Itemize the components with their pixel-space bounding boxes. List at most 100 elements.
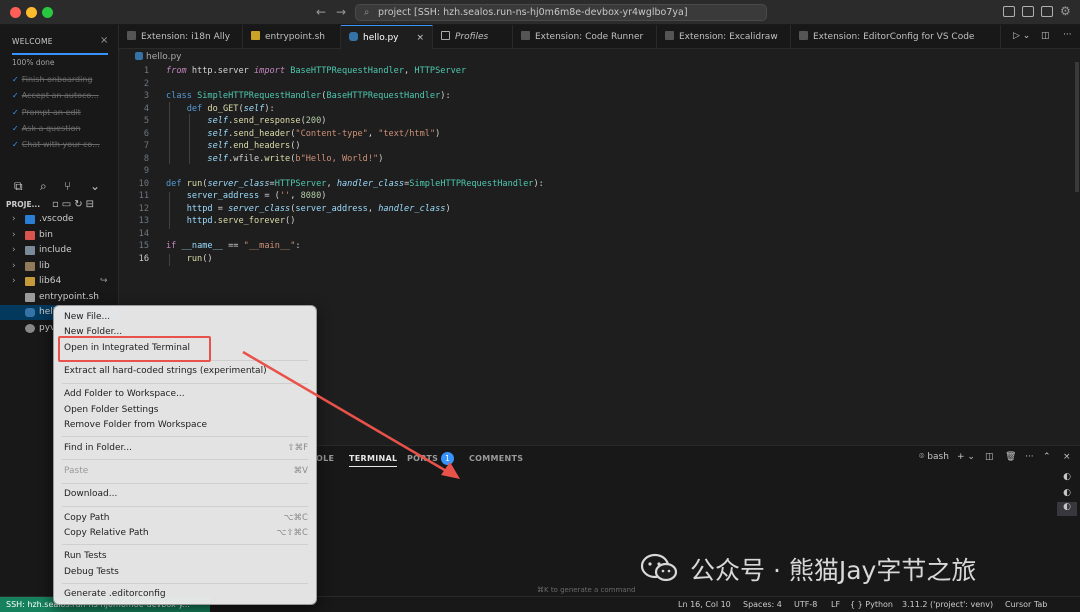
onboarding-item[interactable]: ✓ Finish onboarding bbox=[12, 75, 92, 84]
menu-item-run-tests[interactable]: Run Tests bbox=[64, 551, 107, 561]
onboarding-item[interactable]: ✓ Ask a question bbox=[12, 124, 81, 133]
menu-item-find-in-folder[interactable]: Find in Folder... ⇧⌘F bbox=[64, 443, 308, 453]
terminal-instance-icon[interactable]: ◐ bbox=[1057, 502, 1077, 516]
toggle-panel-icon[interactable] bbox=[1022, 6, 1034, 17]
tab-code-runner[interactable]: Extension: Code Runner bbox=[513, 25, 657, 49]
tab-ports[interactable]: PORTS bbox=[407, 454, 438, 463]
shell-file-icon bbox=[251, 31, 260, 40]
onboarding-item[interactable]: ✓ Accept an autoco... bbox=[12, 91, 99, 100]
editor-scrollbar[interactable] bbox=[1075, 62, 1079, 192]
maximize-panel-icon[interactable]: ⌃ bbox=[1043, 452, 1051, 462]
python-interpreter[interactable]: 3.11.2 ('project': venv) bbox=[902, 597, 993, 612]
menu-item-add-folder-workspace[interactable]: Add Folder to Workspace... bbox=[64, 389, 185, 399]
close-window-button[interactable] bbox=[10, 7, 21, 18]
line-number: 13 bbox=[138, 216, 149, 226]
code-line: if __name__ == "__main__": bbox=[166, 241, 301, 251]
line-number: 10 bbox=[138, 179, 149, 189]
line-ending[interactable]: LF bbox=[831, 597, 840, 612]
close-icon[interactable]: × bbox=[1063, 452, 1071, 462]
refresh-icon[interactable]: ↻ bbox=[74, 199, 85, 210]
new-file-icon[interactable]: ▫ bbox=[52, 199, 62, 210]
tab-terminal[interactable]: TERMINAL bbox=[349, 454, 398, 467]
toggle-secondary-sidebar-icon[interactable] bbox=[1041, 6, 1053, 17]
more-actions-icon[interactable]: ··· bbox=[1063, 30, 1072, 40]
tab-editorconfig[interactable]: Extension: EditorConfig for VS Code bbox=[791, 25, 1001, 49]
trash-icon[interactable]: 🗑 bbox=[1005, 452, 1016, 462]
close-icon[interactable]: × bbox=[416, 26, 424, 50]
terminal-instance-icon[interactable]: ◐ bbox=[1057, 488, 1077, 502]
onboarding-item[interactable]: ✓ Chat with your co... bbox=[12, 140, 100, 149]
tree-folder[interactable]: › .vscode bbox=[0, 212, 119, 227]
tab-excalidraw[interactable]: Extension: Excalidraw bbox=[657, 25, 791, 49]
settings-gear-icon[interactable]: ⚙ bbox=[1060, 4, 1071, 18]
menu-item-copy-relative-path[interactable]: Copy Relative Path ⌥⇧⌘C bbox=[64, 528, 308, 538]
explorer-files-icon[interactable]: ⧉ bbox=[14, 179, 23, 194]
menu-item-open-folder-settings[interactable]: Open Folder Settings bbox=[64, 405, 159, 415]
tab-console[interactable]: OLE bbox=[316, 454, 334, 463]
language-mode[interactable]: { } Python bbox=[850, 597, 893, 612]
new-folder-icon[interactable]: ▭ bbox=[62, 199, 74, 210]
shell-file-icon bbox=[25, 293, 35, 302]
profiles-icon bbox=[441, 31, 450, 40]
run-icon[interactable]: ▷ ⌄ bbox=[1013, 31, 1030, 41]
close-icon[interactable]: × bbox=[100, 35, 108, 46]
tab-comments[interactable]: COMMENTS bbox=[469, 454, 523, 463]
encoding[interactable]: UTF-8 bbox=[794, 597, 817, 612]
terminal-shell-selector[interactable]: ⌾ bash bbox=[919, 452, 949, 462]
command-center-search[interactable]: ⌕ project [SSH: hzh.sealos.run-ns-hj0m6m… bbox=[355, 4, 767, 21]
code-line: def run(server_class=HTTPServer, handler… bbox=[166, 179, 544, 189]
more-actions-icon[interactable]: ··· bbox=[1025, 452, 1034, 462]
python-file-icon bbox=[25, 308, 35, 317]
menu-item-extract-strings[interactable]: Extract all hard-coded strings (experime… bbox=[64, 366, 267, 376]
tab-profiles[interactable]: Profiles bbox=[433, 25, 513, 49]
explorer-header[interactable]: PROJE... bbox=[6, 200, 40, 209]
check-icon: ✓ bbox=[12, 75, 19, 84]
back-arrow-icon[interactable]: ← bbox=[316, 5, 326, 19]
code-line: def do_GET(self): bbox=[186, 104, 275, 114]
menu-item-download[interactable]: Download... bbox=[64, 489, 117, 499]
symlink-icon: ↪ bbox=[100, 276, 108, 286]
line-number: 1 bbox=[143, 66, 149, 76]
tab-hello-py[interactable]: hello.py × bbox=[341, 25, 433, 49]
tab-i18n-ally[interactable]: Extension: i18n Ally bbox=[119, 25, 243, 49]
toggle-primary-sidebar-icon[interactable] bbox=[1003, 6, 1015, 17]
ports-badge: 1 bbox=[441, 452, 454, 465]
indentation[interactable]: Spaces: 4 bbox=[743, 597, 782, 612]
search-icon[interactable]: ⌕ bbox=[40, 179, 47, 194]
menu-item-new-file[interactable]: New File... bbox=[64, 312, 110, 322]
line-number: 14 bbox=[138, 229, 149, 239]
maximize-window-button[interactable] bbox=[42, 7, 53, 18]
chevron-down-icon[interactable]: ⌄ bbox=[90, 179, 100, 193]
collapse-all-icon[interactable]: ⊟ bbox=[86, 199, 97, 210]
menu-separator bbox=[62, 483, 308, 484]
tree-folder[interactable]: › lib64 ↪ bbox=[0, 274, 119, 289]
onboarding-item[interactable]: ✓ Prompt an edit bbox=[12, 108, 81, 117]
menu-item-copy-path[interactable]: Copy Path ⌥⌘C bbox=[64, 513, 308, 523]
menu-item-debug-tests[interactable]: Debug Tests bbox=[64, 567, 119, 577]
menu-item-generate-editorconfig[interactable]: Generate .editorconfig bbox=[64, 589, 166, 599]
tree-file[interactable]: entrypoint.sh bbox=[0, 290, 119, 305]
tree-folder[interactable]: › lib bbox=[0, 259, 119, 274]
cursor-tab[interactable]: Cursor Tab bbox=[1005, 597, 1047, 612]
code-line: self.wfile.write(b"Hello, World!") bbox=[207, 154, 384, 164]
source-control-icon[interactable]: ⑂ bbox=[64, 179, 71, 193]
title-bar: ← → ⌕ project [SSH: hzh.sealos.run-ns-hj… bbox=[0, 0, 1080, 25]
split-terminal-icon[interactable]: ◫ bbox=[985, 452, 994, 462]
new-terminal-button[interactable]: + ⌄ bbox=[957, 452, 975, 462]
editor-tab-bar: Extension: i18n Ally entrypoint.sh hello… bbox=[119, 25, 1080, 49]
breadcrumb[interactable]: hello.py bbox=[135, 52, 182, 62]
cursor-position[interactable]: Ln 16, Col 10 bbox=[678, 597, 731, 612]
tree-folder[interactable]: › include bbox=[0, 243, 119, 258]
menu-separator bbox=[62, 583, 308, 584]
tab-entrypoint[interactable]: entrypoint.sh bbox=[243, 25, 341, 49]
menu-item-remove-folder[interactable]: Remove Folder from Workspace bbox=[64, 420, 207, 430]
split-editor-icon[interactable]: ◫ bbox=[1041, 31, 1050, 41]
tree-folder[interactable]: › bin bbox=[0, 228, 119, 243]
terminal-instance-icon[interactable]: ◐ bbox=[1057, 472, 1077, 486]
minimize-window-button[interactable] bbox=[26, 7, 37, 18]
code-line: self.end_headers() bbox=[207, 141, 301, 151]
line-number: 6 bbox=[143, 129, 149, 139]
forward-arrow-icon[interactable]: → bbox=[336, 5, 346, 19]
chevron-right-icon: › bbox=[12, 276, 16, 286]
extension-icon bbox=[799, 31, 808, 40]
